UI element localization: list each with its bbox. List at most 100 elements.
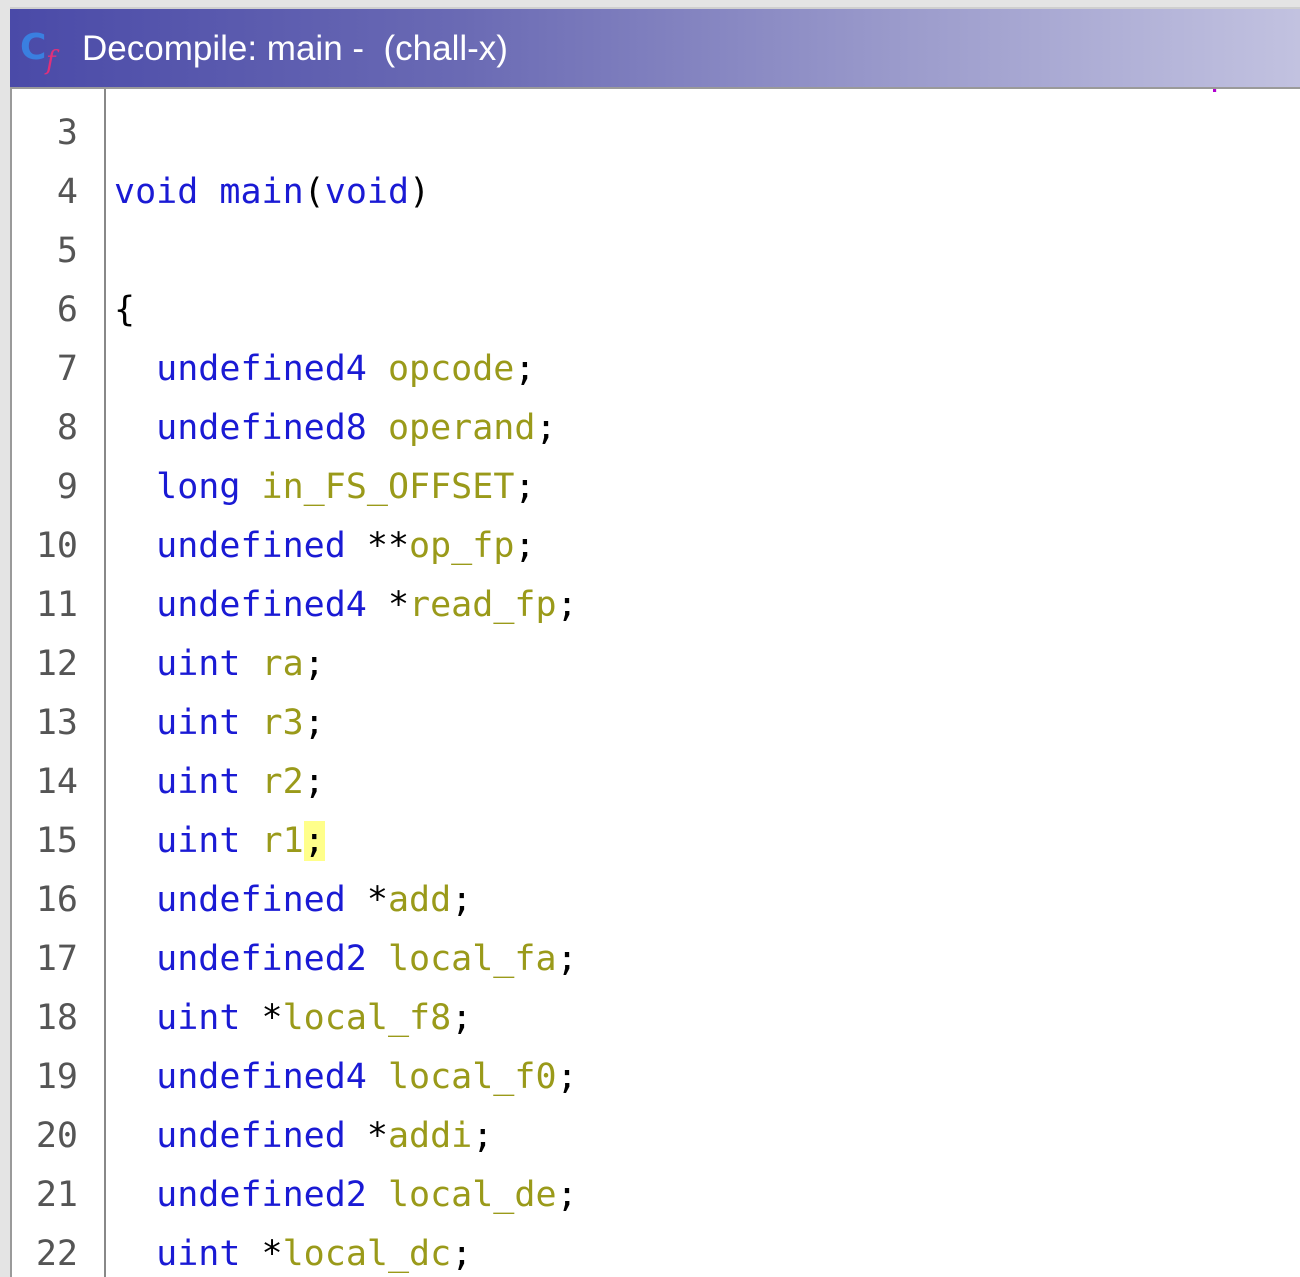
window-titlebar[interactable]: C f Decompile: main - (chall-x) — [10, 7, 1300, 87]
variable-name[interactable]: r2 — [262, 762, 304, 802]
variable-name[interactable]: local_dc — [283, 1234, 452, 1274]
code-line[interactable]: 18 uint *local_f8; — [12, 989, 1300, 1048]
line-number: 20 — [35, 1116, 78, 1156]
code-text[interactable]: long in_FS_OFFSET; — [114, 458, 535, 517]
code-line[interactable]: 9 long in_FS_OFFSET; — [12, 458, 1300, 517]
variable-name[interactable]: ra — [262, 644, 304, 684]
code-text[interactable]: undefined **op_fp; — [114, 517, 535, 576]
type-keyword[interactable]: uint — [156, 1234, 240, 1274]
code-text[interactable]: undefined4 local_f0; — [114, 1048, 578, 1107]
line-number: 17 — [35, 939, 78, 979]
type-keyword[interactable]: undefined — [156, 880, 346, 920]
function-name[interactable]: main — [219, 172, 303, 212]
code-line[interactable]: 21 undefined2 local_de; — [12, 1166, 1300, 1225]
code-line[interactable]: 10 undefined **op_fp; — [12, 517, 1300, 576]
variable-name[interactable]: operand — [388, 408, 536, 448]
variable-name[interactable]: local_f8 — [283, 998, 452, 1038]
code-line[interactable]: 7 undefined4 opcode; — [12, 340, 1300, 399]
code-token: * — [240, 998, 283, 1038]
code-line[interactable]: 5 — [12, 222, 1300, 281]
code-text[interactable]: undefined4 *read_fp; — [114, 576, 577, 635]
type-keyword[interactable]: void — [114, 172, 198, 212]
type-keyword[interactable]: undefined2 — [156, 1175, 367, 1215]
type-keyword[interactable]: uint — [156, 762, 240, 802]
code-text[interactable]: undefined *add; — [114, 871, 472, 930]
code-line[interactable]: 15 uint r1; — [12, 812, 1300, 871]
code-line[interactable]: 22 uint *local_dc; — [12, 1225, 1300, 1277]
type-keyword[interactable]: void — [325, 172, 409, 212]
line-number: 22 — [35, 1234, 78, 1274]
variable-name[interactable]: r1 — [262, 821, 304, 861]
code-line[interactable]: 19 undefined4 local_f0; — [12, 1048, 1300, 1107]
cursor-highlight: ; — [303, 821, 325, 861]
type-keyword[interactable]: uint — [156, 644, 240, 684]
type-keyword[interactable]: uint — [156, 703, 240, 743]
type-keyword[interactable]: uint — [156, 821, 240, 861]
code-text[interactable]: uint r2; — [114, 753, 325, 812]
variable-name[interactable]: in_FS_OFFSET — [262, 467, 515, 507]
line-number: 10 — [35, 526, 78, 566]
type-keyword[interactable]: undefined — [156, 526, 346, 566]
variable-name[interactable]: add — [388, 880, 451, 920]
code-text[interactable]: uint r1; — [114, 812, 325, 871]
code-token: ; — [514, 349, 536, 389]
code-line[interactable]: 6{ — [12, 281, 1300, 340]
type-keyword[interactable]: uint — [156, 998, 240, 1038]
code-text[interactable]: uint *local_f8; — [114, 989, 472, 1048]
code-token: ; — [303, 644, 325, 684]
variable-name[interactable]: opcode — [388, 349, 514, 389]
code-text[interactable]: void main(void) — [114, 163, 430, 222]
code-line[interactable]: 11 undefined4 *read_fp; — [12, 576, 1300, 635]
variable-name[interactable]: read_fp — [409, 585, 557, 625]
code-text[interactable]: undefined4 opcode; — [114, 340, 535, 399]
type-keyword[interactable]: undefined2 — [156, 939, 367, 979]
variable-name[interactable]: addi — [388, 1116, 472, 1156]
code-token: * — [345, 1116, 388, 1156]
code-text[interactable]: uint ra; — [114, 635, 325, 694]
type-keyword[interactable]: undefined4 — [156, 349, 367, 389]
line-number: 13 — [35, 703, 78, 743]
type-keyword[interactable]: undefined4 — [156, 585, 367, 625]
type-keyword[interactable]: long — [156, 467, 240, 507]
code-line[interactable]: 4 void main(void) — [12, 163, 1300, 222]
code-text[interactable]: undefined *addi; — [114, 1107, 493, 1166]
code-text[interactable]: uint *local_dc; — [114, 1225, 472, 1277]
type-keyword[interactable]: undefined4 — [156, 1057, 367, 1097]
code-text[interactable]: undefined2 local_de; — [114, 1166, 577, 1225]
comment-line[interactable]: /* WARNING: Could not reconcile some var… — [114, 89, 1300, 104]
code-line[interactable]: 13 uint r3; — [12, 694, 1300, 753]
code-line[interactable]: 12 uint ra; — [12, 635, 1300, 694]
variable-name[interactable]: r3 — [262, 703, 304, 743]
code-line[interactable]: 8 undefined8 operand; — [12, 399, 1300, 458]
code-line[interactable]: 20 undefined *addi; — [12, 1107, 1300, 1166]
variable-name[interactable]: local_de — [388, 1175, 557, 1215]
code-line[interactable]: 17 undefined2 local_fa; — [12, 930, 1300, 989]
code-text[interactable]: undefined2 local_fa; — [114, 930, 577, 989]
code-text[interactable]: { — [114, 281, 135, 340]
code-token: ; — [472, 1116, 494, 1156]
variable-name[interactable]: op_fp — [409, 526, 514, 566]
line-number: 18 — [35, 998, 78, 1038]
line-number: 6 — [56, 290, 78, 330]
variable-name[interactable]: local_fa — [388, 939, 557, 979]
svg-text:C: C — [20, 27, 46, 68]
type-keyword[interactable]: undefined8 — [156, 408, 367, 448]
code-token: ; — [514, 526, 536, 566]
code-text[interactable]: undefined8 operand; — [114, 399, 556, 458]
code-line[interactable]: 3 — [12, 104, 1300, 163]
code-line[interactable]: 16 undefined *add; — [12, 871, 1300, 930]
code-line[interactable]: 14 uint r2; — [12, 753, 1300, 812]
code-token: ** — [345, 526, 410, 566]
code-text[interactable]: uint r3; — [114, 694, 325, 753]
variable-name[interactable]: local_f0 — [388, 1057, 557, 1097]
type-keyword[interactable]: undefined — [156, 1116, 346, 1156]
code-token: ; — [556, 1057, 578, 1097]
decompiler-code-view[interactable]: 2 /* WARNING: Could not reconcile some v… — [10, 87, 1300, 1277]
